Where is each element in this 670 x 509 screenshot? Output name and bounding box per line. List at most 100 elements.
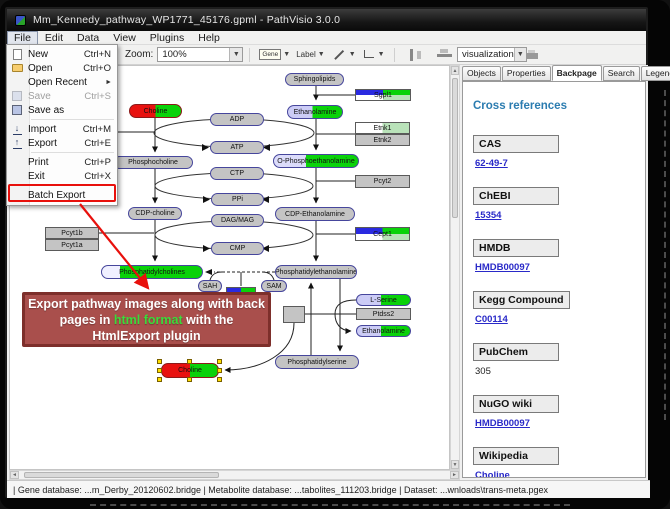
app-icon	[15, 15, 26, 26]
node-adp[interactable]: ADP	[210, 113, 264, 126]
xref-link-nugo[interactable]: HMDB00097	[475, 418, 530, 429]
selection-handle[interactable]	[187, 359, 192, 364]
chevron-down-icon[interactable]: ▼	[514, 48, 526, 61]
node-cmp[interactable]: CMP	[211, 242, 264, 255]
horizontal-scroll-thumb[interactable]	[24, 472, 219, 478]
node-phosphatidylcholines[interactable]: Phosphatidylcholines	[101, 265, 203, 279]
xref-link-hmdb[interactable]: HMDB00097	[475, 262, 530, 273]
chevron-down-icon[interactable]: ▼	[378, 51, 385, 58]
node-ethanolamine-bottom[interactable]: Ethanolamine	[356, 325, 411, 337]
tab-properties[interactable]: Properties	[502, 66, 551, 81]
selection-handle[interactable]	[217, 359, 222, 364]
vertical-scroll-thumb[interactable]	[452, 78, 458, 218]
chevron-down-icon[interactable]: ▼	[349, 51, 356, 58]
cross-references-heading: Cross references	[473, 100, 635, 112]
node-cdp-choline[interactable]: CDP-choline	[128, 207, 182, 220]
selection-handle[interactable]	[157, 359, 162, 364]
node-etnk2[interactable]: Etnk2	[355, 134, 410, 146]
node-phosphatidylserine[interactable]: Phosphatidylserine	[275, 355, 359, 369]
node-etnk1[interactable]: Etnk1	[355, 122, 410, 134]
xref-link-kegg[interactable]: C00114	[475, 314, 508, 325]
line-tool-button[interactable]: ▼	[331, 51, 356, 58]
menu-view[interactable]: View	[106, 31, 143, 45]
selection-handle[interactable]	[217, 368, 222, 373]
node-ethanolamine[interactable]: Ethanolamine	[287, 105, 343, 119]
side-panel: Objects Properties Backpage Search Legen…	[460, 65, 648, 480]
scroll-down-icon[interactable]: ▼	[451, 460, 459, 469]
callout-highlight-text: html format	[114, 313, 183, 327]
node-sgpl1[interactable]: Sgpl1	[355, 89, 411, 101]
menu-item-import[interactable]: ↓ Import Ctrl+M	[7, 122, 117, 136]
menu-item-open[interactable]: Open Ctrl+O	[7, 61, 117, 75]
menu-file[interactable]: File	[7, 31, 38, 45]
zoom-combobox[interactable]: 100% ▼	[157, 47, 243, 62]
align-center-vertical-icon[interactable]	[408, 49, 423, 61]
chevron-down-icon[interactable]: ▼	[318, 51, 325, 58]
label-tool-button[interactable]: Label ▼	[296, 50, 325, 59]
menu-item-print[interactable]: Print Ctrl+P	[7, 155, 117, 169]
node-ppi[interactable]: PPi	[211, 193, 264, 206]
import-icon: ↓	[11, 123, 23, 135]
selection-handle[interactable]	[157, 368, 162, 373]
tab-objects[interactable]: Objects	[462, 66, 501, 81]
selection-handle[interactable]	[217, 377, 222, 382]
menu-item-export[interactable]: ↑ Export Ctrl+E	[7, 136, 117, 150]
node-ctp[interactable]: CTP	[210, 167, 264, 180]
horizontal-scrollbar[interactable]: ◄ ►	[9, 470, 460, 480]
chevron-down-icon[interactable]: ▼	[283, 51, 290, 58]
menu-item-label: Import	[28, 124, 83, 135]
node-sam[interactable]: SAM	[261, 280, 287, 292]
node-pcyt1b[interactable]: Pcyt1b	[45, 227, 99, 239]
node-l-serine[interactable]: L-Serine	[356, 294, 411, 306]
menu-item-save-as[interactable]: Save as	[7, 103, 117, 117]
selection-handle[interactable]	[187, 377, 192, 382]
node-o-phosphoethanolamine[interactable]: O-Phosphoethanolamine	[273, 154, 359, 168]
vertical-scrollbar[interactable]: ▲ ▼	[450, 65, 460, 470]
title-bar[interactable]: Mm_Kennedy_pathway_WP1771_45176.gpml - P…	[7, 9, 646, 31]
callout-line-1: Export pathway images along with back	[25, 296, 268, 312]
selection-handle[interactable]	[157, 377, 162, 382]
xref-section-header-kegg: Kegg Compound	[473, 291, 570, 309]
node-pcyt2[interactable]: Pcyt2	[355, 175, 410, 188]
frame-bottom-dashes	[90, 504, 570, 506]
xref-link-cas[interactable]: 62-49-7	[475, 158, 508, 169]
menu-item-label: Print	[28, 157, 84, 168]
node-pcyt1a[interactable]: Pcyt1a	[45, 239, 99, 251]
node-dag-mag[interactable]: DAG/MAG	[211, 214, 264, 227]
node-cdp-ethanolamine[interactable]: CDP-Ethanolamine	[275, 207, 355, 221]
tab-backpage[interactable]: Backpage	[552, 65, 602, 81]
tab-legend[interactable]: Legend	[641, 66, 670, 81]
chevron-down-icon[interactable]: ▼	[229, 48, 242, 61]
menu-item-open-recent[interactable]: Open Recent ►	[7, 75, 117, 89]
tab-search[interactable]: Search	[603, 66, 640, 81]
xref-link-wikipedia[interactable]: Choline	[475, 470, 510, 478]
menu-plugins[interactable]: Plugins	[143, 31, 191, 45]
batch-export-highlight	[8, 184, 116, 202]
menu-help[interactable]: Help	[191, 31, 227, 45]
node-choline-selected[interactable]: Choline	[161, 363, 219, 378]
node-phosphatidylethanolamine[interactable]: Phosphatidylethanolamine	[275, 265, 357, 279]
backpage-content[interactable]: Cross references CAS 62-49-7 ChEBI 15354…	[462, 81, 646, 478]
node-sah[interactable]: SAH	[198, 280, 222, 292]
menu-item-new[interactable]: New Ctrl+N	[7, 47, 117, 61]
align-center-horizontal-icon[interactable]	[437, 49, 452, 61]
connector-tool-button[interactable]: ▼	[362, 50, 385, 60]
callout-text: with the	[183, 313, 234, 327]
xref-link-chebi[interactable]: 15354	[475, 210, 501, 221]
node-choline[interactable]: Choline	[129, 104, 182, 118]
node-ptdss2[interactable]: Ptdss2	[356, 308, 411, 320]
node-cept1[interactable]: Cept1	[355, 227, 410, 241]
node-sphingolipids[interactable]: Sphingolipids	[285, 73, 344, 86]
scroll-left-icon[interactable]: ◄	[10, 471, 19, 479]
junction-node[interactable]	[283, 306, 305, 323]
save-as-disk-icon	[11, 104, 23, 116]
node-phosphocholine[interactable]: Phosphocholine	[113, 156, 193, 169]
scroll-right-icon[interactable]: ►	[450, 471, 459, 479]
visualization-combobox[interactable]: visualization ▼	[457, 47, 527, 62]
menu-item-exit[interactable]: Exit Ctrl+X	[7, 169, 117, 183]
scroll-up-icon[interactable]: ▲	[451, 66, 459, 75]
menu-data[interactable]: Data	[70, 31, 106, 45]
menu-edit[interactable]: Edit	[38, 31, 70, 45]
node-atp[interactable]: ATP	[210, 141, 264, 154]
gene-datanode-tool-button[interactable]: Gene ▼	[259, 49, 290, 60]
